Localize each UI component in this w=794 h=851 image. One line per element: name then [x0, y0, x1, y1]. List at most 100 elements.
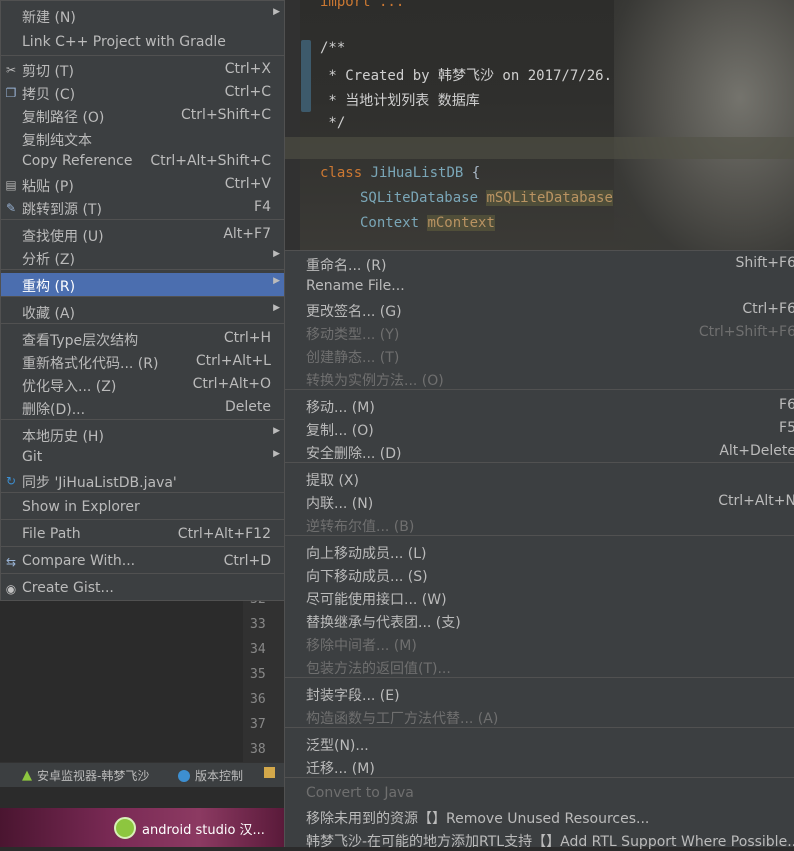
sub-item-7[interactable]: 复制... (O) F5: [285, 417, 794, 440]
menu-item-label: 本地历史 (H): [22, 429, 104, 445]
menu-item-label: 转换为实例方法... (O): [306, 373, 444, 389]
main-item-16[interactable]: 删除(D)... Delete: [1, 396, 284, 419]
main-item-6[interactable]: Copy Reference Ctrl+Alt+Shift+C: [1, 150, 284, 173]
code-comment-line-2: * Created by 韩梦飞沙 on 2017/7/26.: [320, 68, 613, 84]
sub-item-14[interactable]: 尽可能使用接口... (W): [285, 586, 794, 609]
sub-item-23[interactable]: 移除未用到的资源【】Remove Unused Resources...: [285, 805, 794, 828]
menu-item-label: File Path: [22, 526, 81, 542]
main-item-4[interactable]: 复制路径 (O) Ctrl+Shift+C: [1, 104, 284, 127]
submenu-arrow-icon: ▶: [273, 426, 280, 436]
main-item-21[interactable]: File Path Ctrl+Alt+F12: [1, 523, 284, 546]
menu-item-label: 构造函数与工厂方法代替... (A): [306, 711, 499, 727]
terminal-icon[interactable]: [264, 767, 275, 778]
main-item-2[interactable]: ✂ 剪切 (T) Ctrl+X: [1, 58, 284, 81]
main-item-14[interactable]: 重新格式化代码... (R) Ctrl+Alt+L: [1, 350, 284, 373]
sub-item-21[interactable]: 迁移... (M): [285, 755, 794, 778]
main-item-20[interactable]: Show in Explorer: [1, 496, 284, 519]
menu-item-shortcut: Ctrl+Alt+O: [192, 376, 271, 392]
menu-item-label: 收藏 (A): [22, 306, 75, 322]
code-editor[interactable]: import ... /** * Created by 韩梦飞沙 on 2017…: [284, 0, 794, 250]
main-item-0[interactable]: 新建 (N) ▶: [1, 4, 284, 27]
line-number-gutter: 32 33 34 35 36 37 38: [243, 590, 284, 762]
code-line-import: import ...: [320, 0, 405, 10]
main-item-9[interactable]: 查找使用 (U) Alt+F7: [1, 223, 284, 246]
menu-item-shortcut: Alt+Delete: [719, 443, 794, 459]
fold-marker[interactable]: [301, 40, 311, 112]
menu-item-label: 查找使用 (U): [22, 229, 104, 245]
version-control-tab[interactable]: 版本控制: [178, 767, 243, 784]
main-item-13[interactable]: 查看Type层次结构 Ctrl+H: [1, 327, 284, 350]
menu-separator: [1, 55, 284, 56]
taskbar-app-button[interactable]: android studio 汉...: [114, 817, 265, 839]
sub-item-13[interactable]: 向下移动成员... (S): [285, 563, 794, 586]
menu-item-shortcut: Ctrl+Shift+C: [181, 107, 271, 123]
context-menu: 新建 (N) ▶ Link C++ Project with Gradle ✂ 剪切 (…: [0, 0, 285, 601]
compare-icon: ⇆: [5, 555, 17, 569]
submenu-arrow-icon: ▶: [273, 303, 280, 313]
sub-item-1[interactable]: Rename File...: [285, 275, 794, 298]
menu-separator: [1, 323, 284, 324]
sub-item-15[interactable]: 替换继承与代表团... (支): [285, 609, 794, 632]
menu-item-label: 复制路径 (O): [22, 110, 105, 126]
menu-separator: [1, 573, 284, 574]
menu-item-shortcut: Ctrl+V: [224, 176, 271, 192]
main-item-22[interactable]: ⇆ Compare With... Ctrl+D: [1, 550, 284, 573]
scissors-icon: ✂: [5, 63, 17, 77]
tool-window-bar: ▲ 安卓监视器-韩梦飞沙 版本控制: [0, 762, 284, 787]
menu-item-label: 同步 'JiHuaListDB.java': [22, 475, 177, 491]
menu-item-label: Create Gist...: [22, 580, 114, 596]
menu-item-label: 移动... (M): [306, 400, 375, 416]
line-number: 38: [250, 742, 266, 757]
menu-separator: [1, 546, 284, 547]
menu-item-label: 安全删除... (D): [306, 446, 402, 462]
sub-item-24[interactable]: 韩梦飞沙-在可能的地方添加RTL支持【】Add RTL Support Wher…: [285, 828, 794, 851]
main-item-5[interactable]: 复制纯文本: [1, 127, 284, 150]
menu-item-label: 更改签名... (G): [306, 304, 402, 320]
main-item-7[interactable]: ▤ 粘贴 (P) Ctrl+V: [1, 173, 284, 196]
sub-item-6[interactable]: 移动... (M) F6: [285, 394, 794, 417]
menu-item-label: 提取 (X): [306, 473, 359, 489]
version-control-icon: [178, 769, 190, 782]
main-item-18[interactable]: Git ▶: [1, 446, 284, 469]
menu-item-shortcut: Ctrl+Alt+F12: [177, 526, 271, 542]
android-studio-icon: [114, 817, 136, 839]
sub-item-8[interactable]: 安全删除... (D) Alt+Delete: [285, 440, 794, 463]
main-item-11[interactable]: 重构 (R) ▶: [1, 273, 284, 296]
sub-item-0[interactable]: 重命名... (R) Shift+F6: [285, 252, 794, 275]
menu-item-label: Compare With...: [22, 553, 136, 569]
sub-item-9[interactable]: 提取 (X): [285, 467, 794, 490]
main-item-8[interactable]: ✎ 跳转到源 (T) F4: [1, 196, 284, 219]
menu-item-shortcut: F4: [254, 199, 271, 215]
main-item-3[interactable]: ❐ 拷贝 (C) Ctrl+C: [1, 81, 284, 104]
menu-item-label: 韩梦飞沙-在可能的地方添加RTL支持【】Add RTL Support Wher…: [306, 834, 794, 850]
taskbar-app-label: android studio 汉...: [142, 822, 265, 838]
menu-separator: [1, 219, 284, 220]
menu-item-label: 复制... (O): [306, 423, 374, 439]
sub-item-10[interactable]: 内联... (N) Ctrl+Alt+N: [285, 490, 794, 513]
menu-item-label: 尽可能使用接口... (W): [306, 592, 447, 608]
sub-item-12[interactable]: 向上移动成员... (L): [285, 540, 794, 563]
menu-item-shortcut: Alt+F7: [223, 226, 271, 242]
line-number: 33: [250, 617, 266, 632]
menu-item-label: Link C++ Project with Gradle: [22, 34, 226, 50]
sub-item-2[interactable]: 更改签名... (G) Ctrl+F6: [285, 298, 794, 321]
main-item-17[interactable]: 本地历史 (H) ▶: [1, 423, 284, 446]
editor-gutter: [284, 0, 300, 250]
main-item-1[interactable]: Link C++ Project with Gradle: [1, 31, 284, 54]
submenu-arrow-icon: ▶: [273, 7, 280, 17]
main-item-10[interactable]: 分析 (Z) ▶: [1, 246, 284, 269]
main-item-19[interactable]: ↻ 同步 'JiHuaListDB.java': [1, 469, 284, 492]
menu-item-shortcut: F6: [779, 397, 794, 413]
main-item-23[interactable]: ◉ Create Gist...: [1, 577, 284, 600]
sub-item-18[interactable]: 封装字段... (E): [285, 682, 794, 705]
main-item-15[interactable]: 优化导入... (Z) Ctrl+Alt+O: [1, 373, 284, 396]
sub-item-20[interactable]: 泛型(N)...: [285, 732, 794, 755]
menu-item-label: Show in Explorer: [22, 499, 140, 515]
menu-separator: [1, 419, 284, 420]
sub-item-17: 包装方法的返回值(T)...: [285, 655, 794, 678]
menu-item-shortcut: Ctrl+Alt+L: [195, 353, 271, 369]
main-item-12[interactable]: 收藏 (A) ▶: [1, 300, 284, 323]
menu-item-shortcut: Ctrl+H: [223, 330, 271, 346]
android-monitor-tab[interactable]: ▲ 安卓监视器-韩梦飞沙: [22, 767, 149, 784]
submenu-arrow-icon: ▶: [273, 276, 280, 286]
